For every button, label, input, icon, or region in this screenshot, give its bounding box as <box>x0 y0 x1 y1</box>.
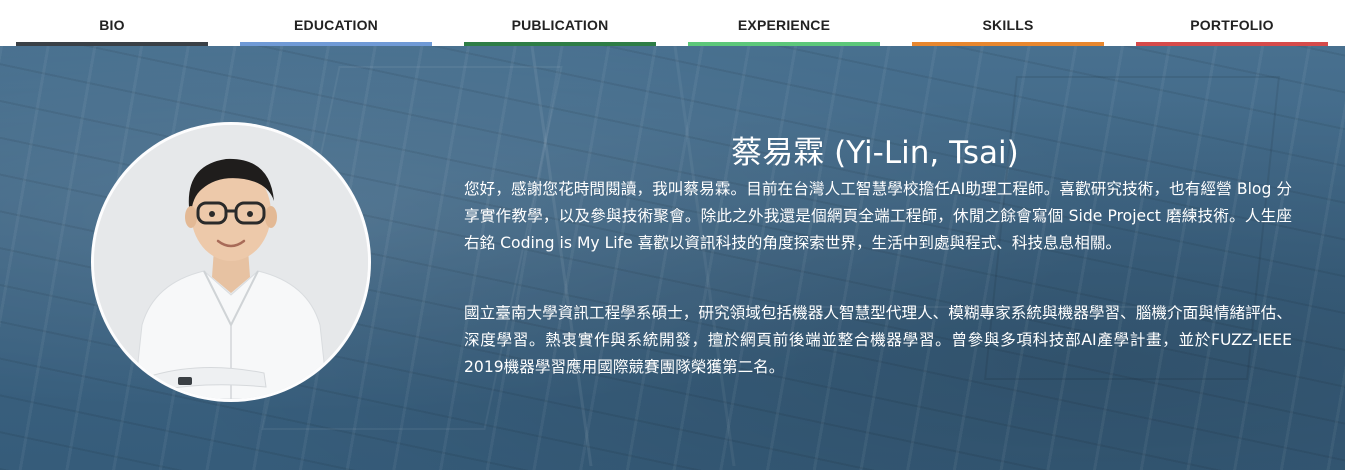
nav-item-bio[interactable]: BIO <box>16 0 208 46</box>
profile-photo <box>94 125 368 399</box>
nav-item-experience[interactable]: EXPERIENCE <box>688 0 880 46</box>
nav-item-portfolio[interactable]: PORTFOLIO <box>1136 0 1328 46</box>
nav-item-education[interactable]: EDUCATION <box>240 0 432 46</box>
bio-paragraph: 國立臺南大學資訊工程學系碩士，研究領域包括機器人智慧型代理人、模糊專家系統與機器… <box>464 304 1292 376</box>
nav-item-label: PORTFOLIO <box>1190 17 1274 33</box>
nav-item-label: PUBLICATION <box>511 17 609 33</box>
nav-item-label: EDUCATION <box>294 17 378 33</box>
nav-item-skills[interactable]: SKILLS <box>912 0 1104 46</box>
profile-name: 蔡易霖 (Yi-Lin, Tsai) <box>731 135 1019 171</box>
bio-paragraph: 您好，感謝您花時間閱讀，我叫蔡易霖。目前在台灣人工智慧學校擔任AI助理工程師。喜… <box>464 180 1292 252</box>
top-navigation: BIO EDUCATION PUBLICATION EXPERIENCE SKI… <box>0 0 1345 46</box>
nav-item-label: EXPERIENCE <box>737 17 831 33</box>
nav-item-publication[interactable]: PUBLICATION <box>464 0 656 46</box>
page: BIO EDUCATION PUBLICATION EXPERIENCE SKI… <box>0 0 1345 470</box>
nav-item-label: BIO <box>99 17 125 33</box>
profile-avatar <box>91 122 371 402</box>
nav-item-label: SKILLS <box>982 17 1034 33</box>
hero-section: 蔡易霖 (Yi-Lin, Tsai) 您好，感謝您花時間閱讀，我叫蔡易霖。目前在… <box>0 46 1345 470</box>
